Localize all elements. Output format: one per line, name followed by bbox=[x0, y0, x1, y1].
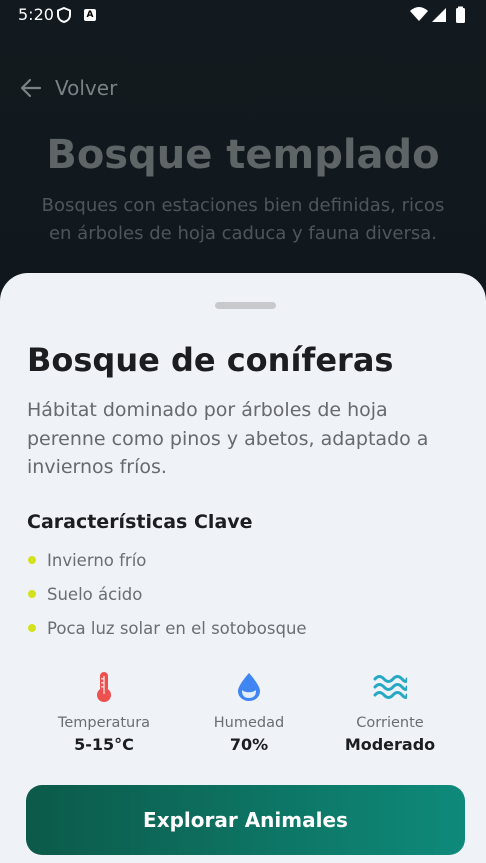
stat-value: 5-15°C bbox=[74, 735, 134, 754]
sheet-title: Bosque de coníferas bbox=[27, 341, 394, 379]
features-list: Invierno frío Suelo ácido Poca luz solar… bbox=[27, 543, 457, 645]
status-bar: 5:20 A bbox=[0, 0, 486, 30]
stat-label: Humedad bbox=[213, 715, 285, 731]
waves-icon bbox=[373, 675, 407, 699]
stat-humidity: Humedad 70% bbox=[179, 671, 319, 754]
screen: 5:20 A Volver Bosque templado Bosques co… bbox=[0, 0, 486, 863]
stat-value: 70% bbox=[229, 735, 269, 754]
list-item: Suelo ácido bbox=[27, 577, 457, 611]
feature-label: Invierno frío bbox=[47, 550, 147, 570]
list-item: Poca luz solar en el sotobosque bbox=[27, 611, 457, 645]
arrow-left-icon bbox=[20, 78, 42, 98]
back-label: Volver bbox=[55, 76, 118, 100]
stat-temperature: Temperatura 5-15°C bbox=[34, 671, 174, 754]
water-drop-icon bbox=[238, 673, 260, 701]
battery-icon bbox=[456, 8, 465, 23]
stat-current: Corriente Moderado bbox=[320, 671, 460, 754]
thermometer-icon bbox=[97, 672, 111, 702]
sheet-description: Hábitat dominado por árboles de hoja per… bbox=[27, 399, 429, 478]
signal-icon bbox=[432, 8, 446, 22]
feature-label: Poca luz solar en el sotobosque bbox=[47, 618, 307, 638]
stats-row: Temperatura 5-15°C Humedad 70% Corriente bbox=[34, 671, 454, 761]
bullet-icon bbox=[28, 624, 36, 632]
bottom-sheet: Bosque de coníferas Hábitat dominado por… bbox=[0, 273, 486, 863]
wifi-icon bbox=[410, 7, 428, 21]
list-item: Invierno frío bbox=[27, 543, 457, 577]
bullet-icon bbox=[28, 590, 36, 598]
text-a-icon: A bbox=[84, 9, 96, 21]
stat-label: Corriente bbox=[356, 715, 424, 731]
system-status-icons bbox=[410, 6, 465, 23]
stat-value: Moderado bbox=[344, 735, 436, 754]
background-description: Bosques con estaciones bien definidas, r… bbox=[41, 195, 445, 244]
background-title: Bosque templado bbox=[46, 132, 440, 178]
stat-label: Temperatura bbox=[57, 715, 151, 731]
bullet-icon bbox=[28, 556, 36, 564]
back-button[interactable]: Volver bbox=[20, 74, 117, 102]
feature-label: Suelo ácido bbox=[47, 584, 143, 604]
shield-icon bbox=[57, 7, 71, 23]
section-title: Características Clave bbox=[27, 511, 253, 533]
drag-handle[interactable] bbox=[215, 302, 276, 309]
status-time: 5:20 bbox=[18, 5, 54, 24]
explore-animals-button[interactable]: Explorar Animales bbox=[26, 785, 465, 855]
